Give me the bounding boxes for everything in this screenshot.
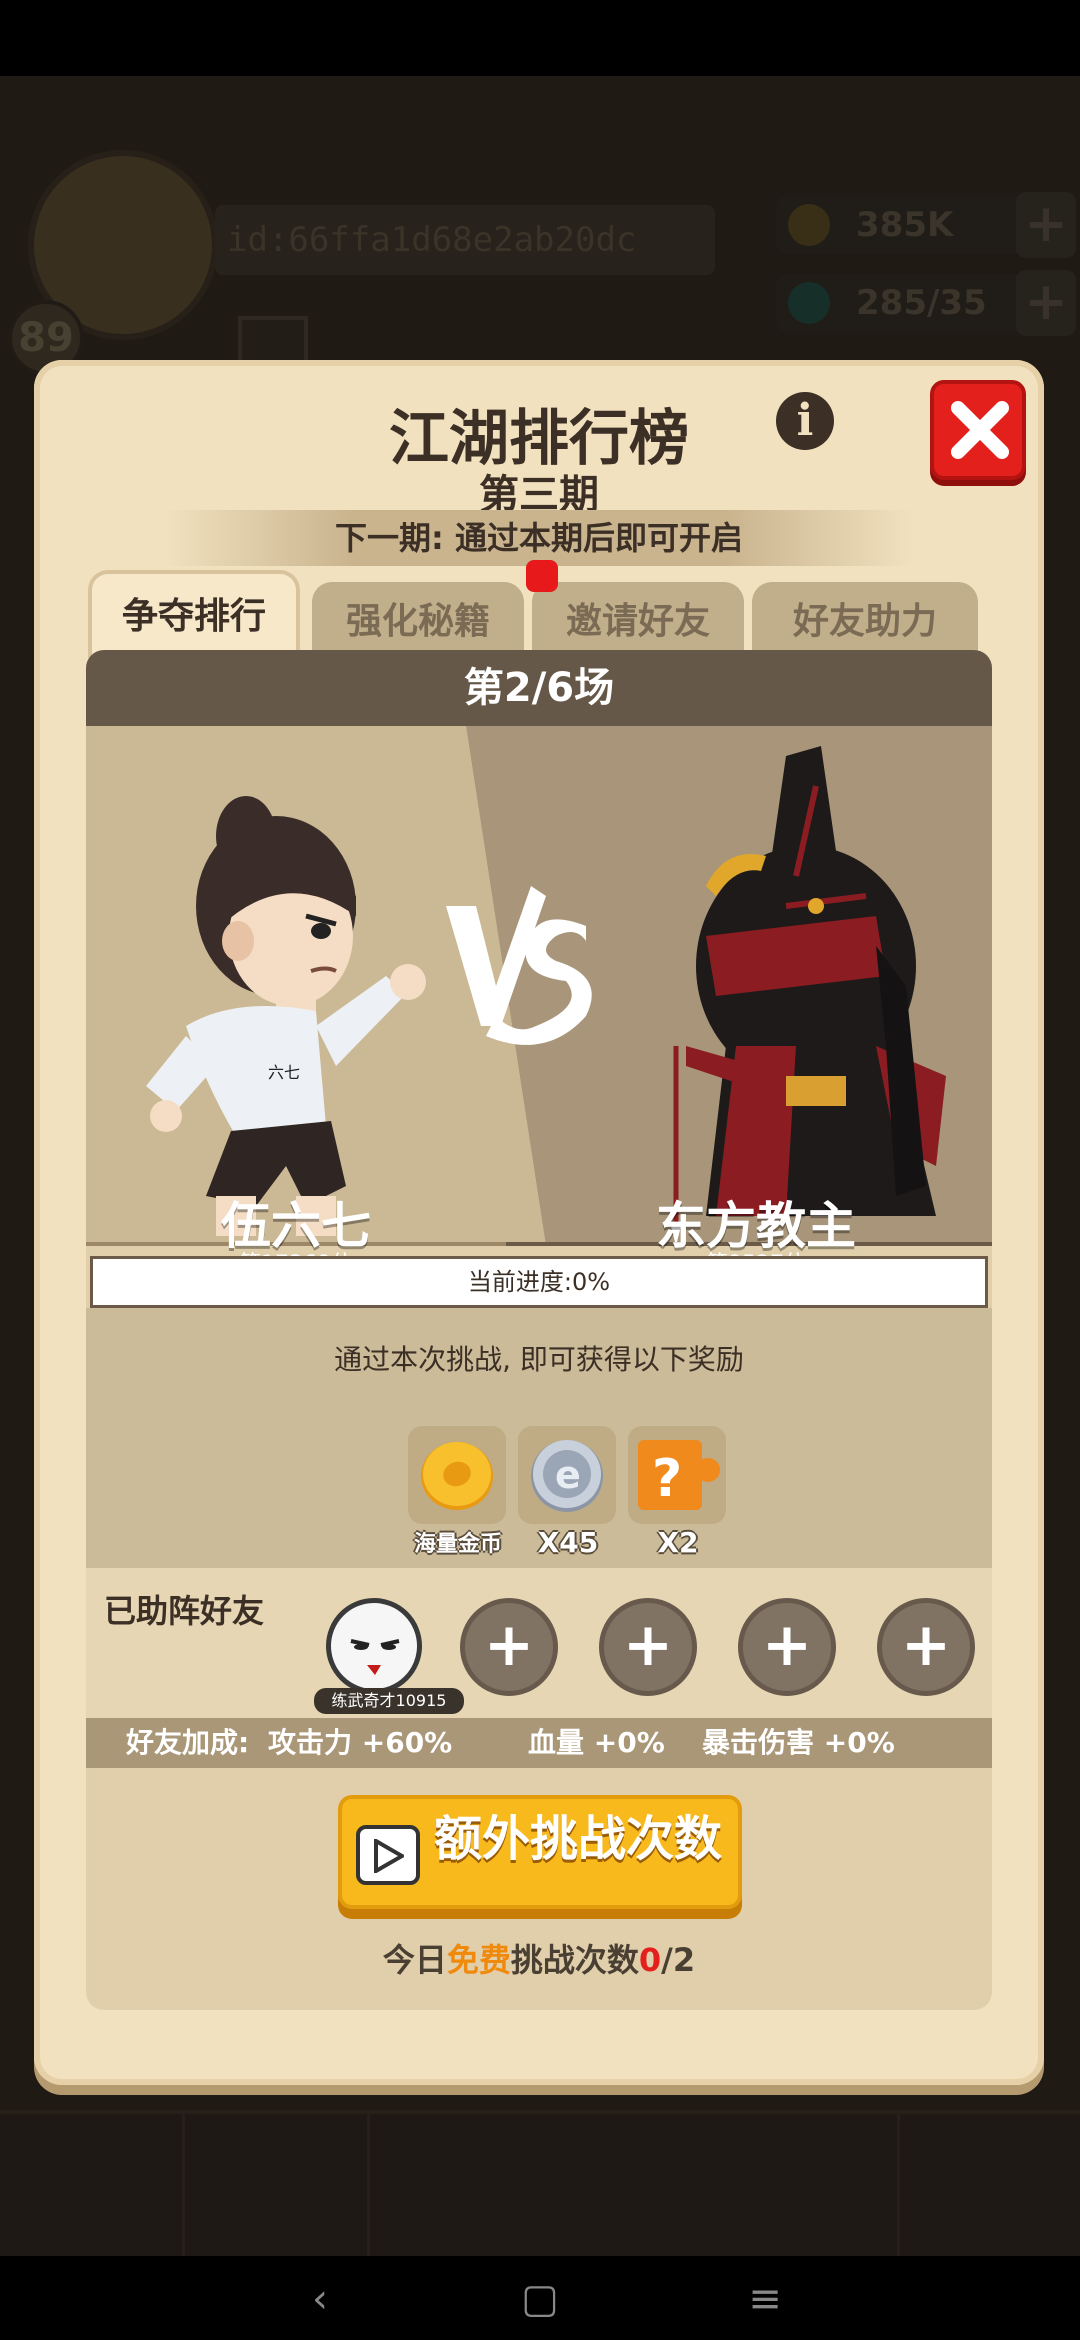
empty-friend-slot[interactable]: + <box>599 1598 697 1696</box>
friend-name-tag: 练武奇才10915 <box>314 1688 464 1714</box>
free-line-prefix: 今日 <box>382 1941 447 1979</box>
free-line-total: /2 <box>661 1941 696 1979</box>
ranking-dialog: 江湖排行榜 i 第三期 下一期: 通过本期后即可开启 争夺排行 强化秘籍 邀请好… <box>34 360 1044 2085</box>
fighter-right-figure <box>671 746 946 1246</box>
svg-text:e: e <box>555 1453 581 1497</box>
close-icon <box>951 401 1009 459</box>
free-line-highlight: 免费 <box>446 1941 511 1979</box>
next-period-banner: 下一期: 通过本期后即可开启 <box>164 510 914 566</box>
home-nav-icon[interactable]: ▢ <box>515 2276 565 2322</box>
reward-item-gold[interactable] <box>408 1426 506 1524</box>
friend-avatar[interactable] <box>326 1598 422 1694</box>
shirt-text: 六七 <box>268 1063 300 1082</box>
tab-friend-assist[interactable]: 好友助力 <box>752 582 978 658</box>
versus-icon <box>446 886 592 1045</box>
mystery-box-icon: ? <box>638 1440 720 1510</box>
versus-arena: 六七 <box>86 726 992 1246</box>
menu-nav-icon[interactable]: ≡ <box>740 2276 790 2322</box>
challenge-panel: 第2/6场 六七 伍六七 东方教主 通过本次挑战, 即可获得以下奖励 海量金币 … <box>86 650 992 2010</box>
back-nav-icon[interactable]: ‹ <box>295 2276 345 2322</box>
gold-coin-icon <box>421 1442 493 1510</box>
fighter-left-figure: 六七 <box>146 796 426 1236</box>
reward-label-mystery: X2 <box>657 1526 699 1559</box>
reward-intro-text: 通过本次挑战, 即可获得以下奖励 <box>334 1343 744 1376</box>
bonus-hp: 血量 +0% <box>528 1726 665 1759</box>
status-bar <box>0 0 1080 76</box>
bonus-attack: 攻击力 +60% <box>268 1726 453 1759</box>
progress-bar: 当前进度:0% <box>90 1256 988 1308</box>
reward-section: 通过本次挑战, 即可获得以下奖励 海量金币 e X45 ? X2 <box>86 1308 992 1568</box>
friends-title: 已助阵好友 <box>104 1592 265 1630</box>
free-line-count: 0 <box>638 1941 662 1979</box>
extra-challenge-label: 额外挑战次数 <box>434 1811 723 1867</box>
round-indicator: 第2/6场 <box>86 650 992 726</box>
free-challenge-count: 今日免费挑战次数0/2 <box>86 1935 992 1981</box>
extra-challenge-button[interactable]: 额外挑战次数 <box>338 1795 742 1909</box>
info-icon[interactable]: i <box>776 392 834 450</box>
bonus-crit: 暴击伤害 +0% <box>702 1726 895 1759</box>
svg-text:?: ? <box>652 1449 682 1509</box>
tab-compete-ranking[interactable]: 争夺排行 <box>88 570 300 658</box>
bonus-label: 好友加成: <box>126 1726 250 1759</box>
notification-dot <box>526 560 558 592</box>
reward-item-silver[interactable]: e <box>518 1426 616 1524</box>
friend-bonus-bar: 好友加成: 攻击力 +60% 血量 +0% 暴击伤害 +0% <box>86 1718 992 1768</box>
progress-text: 当前进度:0% <box>467 1268 611 1296</box>
tab-invite-friends[interactable]: 邀请好友 <box>532 582 744 658</box>
silver-coin-icon: e <box>531 1440 603 1512</box>
free-line-middle: 挑战次数 <box>510 1941 639 1979</box>
tab-upgrade-manual[interactable]: 强化秘籍 <box>312 582 524 658</box>
empty-friend-slot[interactable]: + <box>460 1598 558 1696</box>
reward-item-mystery[interactable]: ? <box>628 1426 726 1524</box>
play-video-icon <box>356 1825 420 1885</box>
empty-friend-slot[interactable]: + <box>877 1598 975 1696</box>
friend-face-icon <box>336 1611 412 1687</box>
empty-friend-slot[interactable]: + <box>738 1598 836 1696</box>
friends-section: 已助阵好友 练武奇才10915 + + + + <box>86 1568 992 1718</box>
